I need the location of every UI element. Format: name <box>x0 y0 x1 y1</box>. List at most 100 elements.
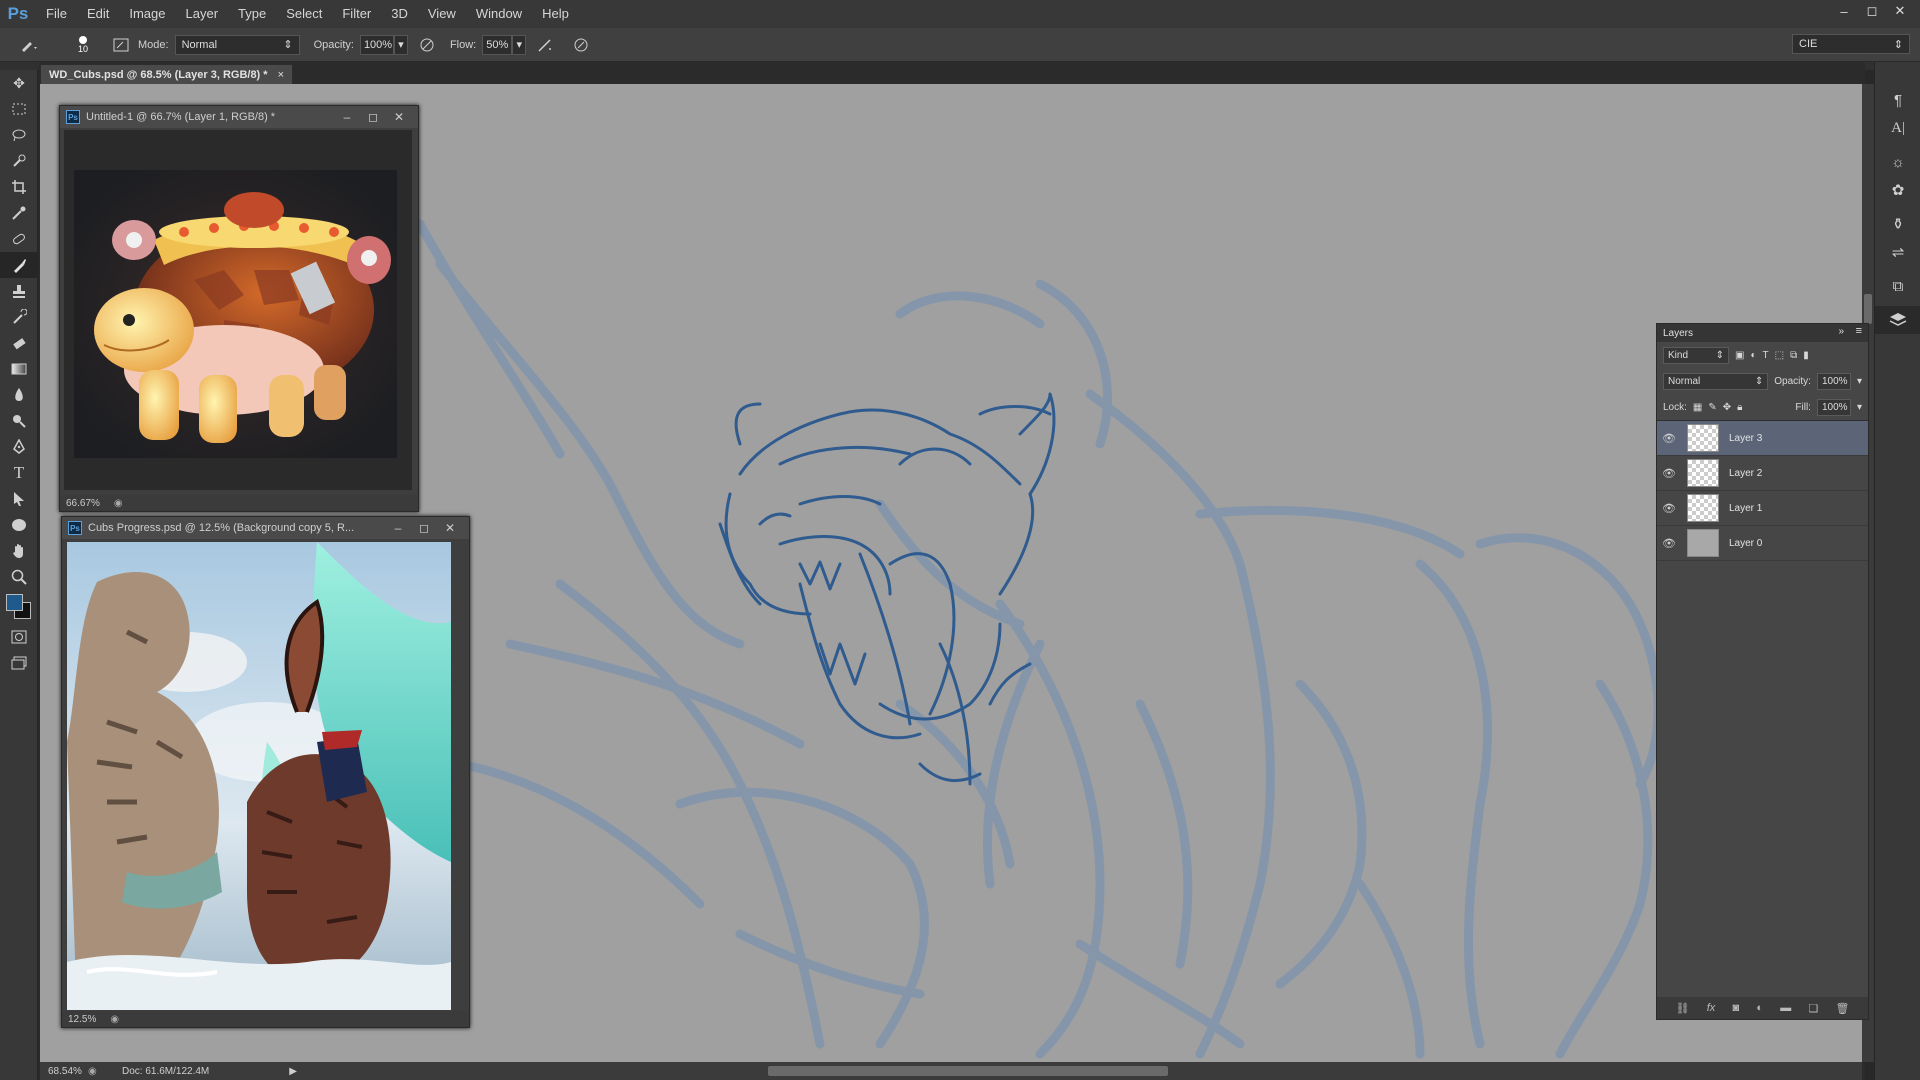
dodge-tool-icon[interactable] <box>0 408 38 434</box>
clone-stamp-tool-icon[interactable] <box>0 278 38 304</box>
layer-style-icon[interactable]: fx <box>1707 1002 1716 1014</box>
visibility-eye-icon[interactable]: 👁︎ <box>1657 502 1681 515</box>
menu-view[interactable]: View <box>418 0 466 28</box>
menu-filter[interactable]: Filter <box>332 0 381 28</box>
pressure-size-icon[interactable] <box>570 34 592 56</box>
panel-menu-icon[interactable]: ≡ <box>1856 325 1862 337</box>
floating-document-untitled[interactable]: Ps Untitled-1 @ 66.7% (Layer 1, RGB/8) *… <box>59 105 419 512</box>
floating-zoom[interactable]: 12.5% <box>68 1014 96 1025</box>
lasso-tool-icon[interactable] <box>0 122 38 148</box>
menu-edit[interactable]: Edit <box>77 0 119 28</box>
type-tool-icon[interactable]: T <box>0 460 38 486</box>
lock-pixels-icon[interactable]: ✎ <box>1708 402 1716 413</box>
history-brush-tool-icon[interactable] <box>0 304 38 330</box>
close-icon[interactable]: ✕ <box>437 517 463 539</box>
crop-tool-icon[interactable] <box>0 174 38 200</box>
type-filter-icon[interactable]: T <box>1763 350 1769 361</box>
status-menu-arrow-icon[interactable]: ▶ <box>289 1066 297 1077</box>
floating-window-titlebar[interactable]: Ps Untitled-1 @ 66.7% (Layer 1, RGB/8) *… <box>60 106 418 128</box>
shape-filter-icon[interactable]: ⬚ <box>1775 350 1784 361</box>
visibility-eye-icon[interactable]: 👁︎ <box>1657 467 1681 480</box>
adjustment-filter-icon[interactable]: ◐ <box>1750 350 1756 361</box>
maximize-icon[interactable]: ◻ <box>411 517 437 539</box>
lock-position-icon[interactable]: ✥ <box>1723 402 1731 413</box>
filter-kind-select[interactable]: Kind ⇕ <box>1663 346 1729 364</box>
smart-object-filter-icon[interactable]: ⧉ <box>1790 350 1797 361</box>
eraser-tool-icon[interactable] <box>0 330 38 356</box>
menu-file[interactable]: File <box>36 0 77 28</box>
menu-image[interactable]: Image <box>119 0 175 28</box>
screen-mode-icon[interactable] <box>0 650 38 676</box>
layers-panel-icon[interactable] <box>1875 306 1920 334</box>
dropdown-arrow-icon[interactable]: ▾ <box>1857 402 1862 413</box>
layer-name[interactable]: Layer 0 <box>1729 538 1762 549</box>
layer-row-layer-0[interactable]: 👁︎ Layer 0 <box>1657 526 1868 561</box>
zoom-level[interactable]: 68.54% <box>48 1066 88 1077</box>
filter-toggle-icon[interactable]: ▮ <box>1803 350 1809 361</box>
blend-mode-select[interactable]: Normal ⇕ <box>1663 372 1769 390</box>
clone-source-panel-icon[interactable]: ⧉ <box>1875 272 1920 300</box>
pressure-opacity-icon[interactable] <box>416 34 438 56</box>
menu-window[interactable]: Window <box>466 0 532 28</box>
brush-tool-preset-icon[interactable] <box>18 34 40 56</box>
visibility-eye-icon[interactable]: 👁︎ <box>1657 537 1681 550</box>
quick-mask-icon[interactable] <box>0 624 38 650</box>
close-icon[interactable]: ✕ <box>386 106 412 128</box>
floating-document-cubs-progress[interactable]: Ps Cubs Progress.psd @ 12.5% (Background… <box>61 516 470 1028</box>
minimize-button[interactable]: – <box>1830 0 1858 22</box>
opacity-dropdown[interactable]: ▾ <box>393 34 408 55</box>
new-group-icon[interactable]: ▬ <box>1780 1002 1791 1014</box>
restore-button[interactable]: ◻ <box>1858 0 1886 22</box>
add-mask-icon[interactable]: ◙ <box>1733 1002 1740 1014</box>
layer-name[interactable]: Layer 1 <box>1729 503 1762 514</box>
path-selection-tool-icon[interactable] <box>0 486 38 512</box>
gradient-tool-icon[interactable] <box>0 356 38 382</box>
flow-input[interactable]: 50% <box>482 34 513 55</box>
pixel-filter-icon[interactable]: ▣ <box>1735 350 1744 361</box>
menu-layer[interactable]: Layer <box>176 0 229 28</box>
styles-panel-icon[interactable]: ✿ <box>1875 176 1920 204</box>
quick-select-tool-icon[interactable] <box>0 148 38 174</box>
brush-panel-toggle-icon[interactable] <box>110 34 132 56</box>
paragraph-panel-icon[interactable]: ¶ <box>1875 86 1920 114</box>
hand-tool-icon[interactable] <box>0 538 38 564</box>
character-panel-icon[interactable]: A| <box>1875 114 1920 142</box>
vertical-scroll-thumb[interactable] <box>1864 294 1872 324</box>
move-tool-icon[interactable]: ✥ <box>0 70 38 96</box>
minimize-icon[interactable]: – <box>385 517 411 539</box>
opacity-input[interactable]: 100% <box>359 34 394 55</box>
delete-layer-icon[interactable]: 🗑︎ <box>1835 1002 1849 1015</box>
workspace-select[interactable]: CIE ⇕ <box>1792 34 1910 54</box>
menu-help[interactable]: Help <box>532 0 579 28</box>
status-info-icon[interactable]: ◉ <box>114 498 123 509</box>
pen-tool-icon[interactable] <box>0 434 38 460</box>
brush-panel-icon[interactable]: ⇌ <box>1875 238 1920 266</box>
layer-name[interactable]: Layer 2 <box>1729 468 1762 479</box>
menu-select[interactable]: Select <box>276 0 332 28</box>
menu-type[interactable]: Type <box>228 0 276 28</box>
new-layer-icon[interactable]: ❏ <box>1808 1002 1818 1015</box>
minimize-icon[interactable]: – <box>334 106 360 128</box>
visibility-eye-icon[interactable]: 👁︎ <box>1657 432 1681 445</box>
link-layers-icon[interactable]: ⛓︎ <box>1676 1002 1690 1015</box>
healing-brush-tool-icon[interactable] <box>0 226 38 252</box>
foreground-color-swatch[interactable] <box>6 594 23 611</box>
horizontal-scroll-thumb[interactable] <box>768 1066 1168 1076</box>
lock-transparency-icon[interactable]: ▦ <box>1693 402 1702 413</box>
menu-3d[interactable]: 3D <box>381 0 418 28</box>
brush-presets-panel-icon[interactable]: ⚱ <box>1875 210 1920 238</box>
brush-size-picker[interactable]: 10 <box>70 32 96 58</box>
layer-row-layer-3[interactable]: 👁︎ Layer 3 <box>1657 421 1868 456</box>
tab-close-icon[interactable]: × <box>278 69 284 81</box>
layer-row-layer-1[interactable]: 👁︎ Layer 1 <box>1657 491 1868 526</box>
adjustments-panel-icon[interactable]: ☼ <box>1875 148 1920 176</box>
eyedropper-tool-icon[interactable] <box>0 200 38 226</box>
marquee-tool-icon[interactable] <box>0 96 38 122</box>
zoom-tool-icon[interactable] <box>0 564 38 590</box>
dropdown-arrow-icon[interactable]: ▾ <box>1857 376 1862 387</box>
color-swatches[interactable] <box>0 590 38 624</box>
floating-window-titlebar[interactable]: Ps Cubs Progress.psd @ 12.5% (Background… <box>62 517 469 539</box>
layer-name[interactable]: Layer 3 <box>1729 433 1762 444</box>
brush-tool-icon[interactable] <box>0 252 38 278</box>
floating-zoom[interactable]: 66.67% <box>66 498 100 509</box>
